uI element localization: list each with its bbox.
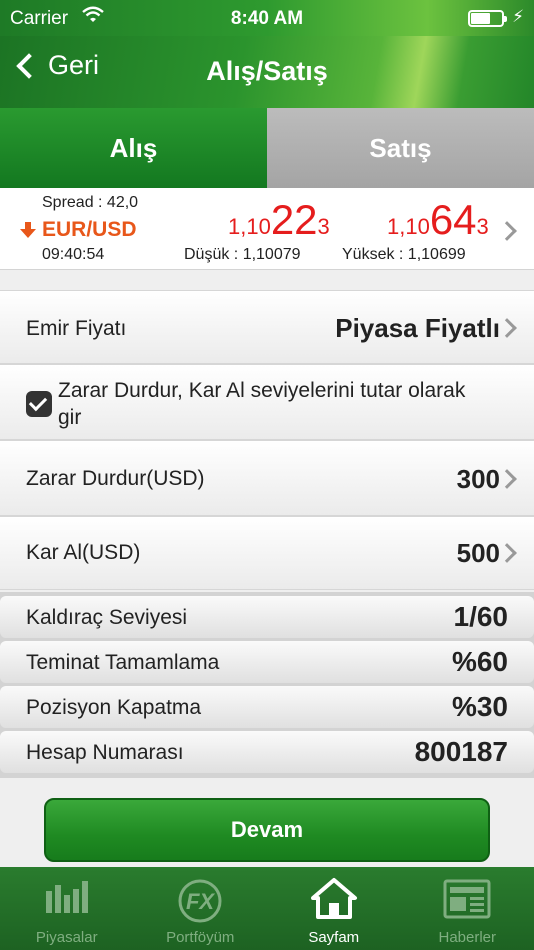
checkbox[interactable]: [26, 391, 52, 417]
tab-buy[interactable]: Alış: [0, 108, 267, 188]
tab-news[interactable]: Haberler: [401, 867, 534, 950]
info-value: %30: [451, 691, 508, 722]
ask-price-big: 64: [429, 196, 477, 243]
tab-label: Portföyüm: [166, 929, 235, 946]
stop-loss-label: Zarar Durdur(USD): [26, 467, 205, 490]
bid-price: 1,10223: [228, 196, 330, 244]
continue-button[interactable]: Devam: [44, 798, 490, 862]
tab-sell[interactable]: Satış: [267, 108, 534, 188]
stop-out-row: Pozisyon Kapatma %30: [0, 686, 534, 728]
ask-price: 1,10643: [387, 196, 489, 244]
battery-icon: [468, 10, 507, 27]
tab-markets[interactable]: Piyasalar: [0, 867, 134, 950]
chevron-right-icon: [497, 318, 517, 338]
navigation-bar: Geri Alış/Satış: [0, 36, 534, 108]
arrow-down-icon: [20, 222, 36, 238]
order-price-label: Emir Fiyatı: [26, 317, 127, 340]
ask-price-suffix: 3: [476, 214, 489, 239]
clock: 8:40 AM: [230, 8, 304, 29]
quote-row[interactable]: Spread : 42,0 EUR/USD 09:40:54 1,10223 1…: [0, 188, 534, 270]
fx-icon: FX: [178, 879, 222, 923]
info-label: Pozisyon Kapatma: [26, 696, 202, 719]
take-profit-row[interactable]: Kar Al(USD) 500: [0, 516, 534, 590]
stop-loss-row[interactable]: Zarar Durdur(USD) 300: [0, 440, 534, 516]
spread-text: Spread : 42,0: [42, 194, 139, 211]
account-number-row: Hesap Numarası 800187: [0, 731, 534, 773]
info-label: Kaldıraç Seviyesi: [26, 606, 188, 629]
amount-mode-row[interactable]: Zarar Durdur, Kar Al seviyelerini tutar …: [0, 364, 534, 440]
info-value: 1/60: [453, 601, 509, 632]
svg-text:FX: FX: [186, 889, 215, 914]
currency-pair: EUR/USD: [42, 218, 137, 241]
info-label: Hesap Numarası: [26, 741, 184, 764]
tab-portfolio[interactable]: FX Portföyüm: [134, 867, 268, 950]
ask-price-prefix: 1,10: [387, 214, 430, 239]
buy-sell-segment: Alış Satış: [0, 108, 534, 188]
news-icon: [443, 879, 491, 919]
chart-icon: [45, 881, 88, 913]
bid-price-prefix: 1,10: [228, 214, 271, 239]
chevron-right-icon: [497, 543, 517, 563]
take-profit-label: Kar Al(USD): [26, 541, 141, 564]
page-title: Alış/Satış: [206, 56, 328, 86]
checkbox-label: Zarar Durdur, Kar Al seviyelerini tutar …: [58, 379, 466, 429]
tab-my-page[interactable]: Sayfam: [267, 867, 401, 950]
info-value: %60: [451, 646, 508, 677]
tab-label: Haberler: [438, 929, 497, 946]
order-price-row[interactable]: Emir Fiyatı Piyasa Fiyatlı: [0, 290, 534, 364]
tab-bar: Piyasalar FX Portföyüm Sayfam Haberler: [0, 867, 534, 950]
tab-label: Sayfam: [308, 929, 360, 946]
quote-time: 09:40:54: [42, 246, 105, 263]
status-bar: Carrier 8:40 AM ⚡: [0, 0, 534, 36]
tab-label: Piyasalar: [35, 929, 98, 946]
take-profit-value: 500: [456, 538, 500, 568]
info-value: 800187: [414, 736, 508, 767]
bid-price-big: 22: [270, 196, 318, 243]
chevron-right-icon: [497, 221, 517, 241]
low-price: Düşük : 1,10079: [184, 246, 301, 263]
stop-loss-value: 300: [456, 464, 500, 494]
info-label: Teminat Tamamlama: [26, 651, 220, 674]
high-price: Yüksek : 1,10699: [342, 246, 466, 263]
charging-icon: ⚡: [512, 7, 524, 26]
leverage-row: Kaldıraç Seviyesi 1/60: [0, 596, 534, 638]
margin-call-row: Teminat Tamamlama %60: [0, 641, 534, 683]
bid-price-suffix: 3: [317, 214, 330, 239]
order-price-value: Piyasa Fiyatlı: [335, 313, 500, 343]
home-icon: [310, 878, 357, 919]
chevron-right-icon: [497, 469, 517, 489]
